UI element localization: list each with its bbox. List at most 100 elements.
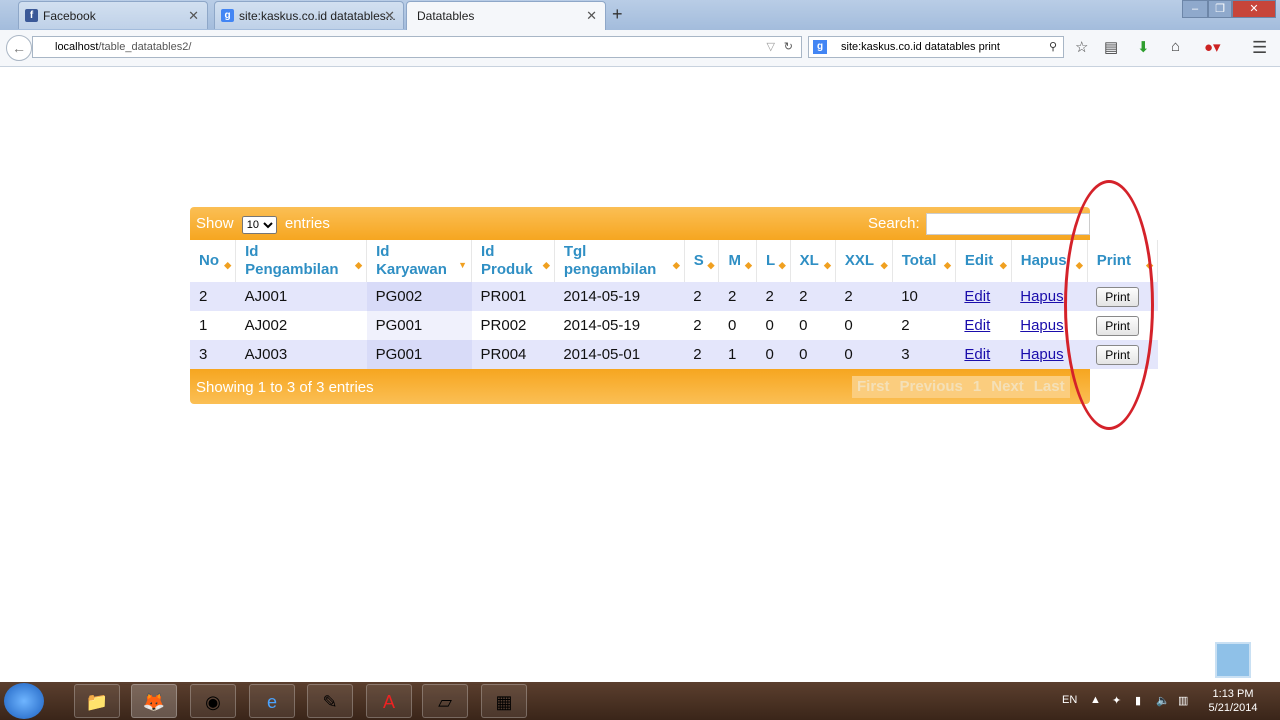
- column-header-id-produk[interactable]: Id Produk ◆: [471, 240, 555, 282]
- datatable-wrapper: Show 10 entries Search: No ◆ Id Pengambilan…: [190, 207, 1159, 404]
- search-input[interactable]: [926, 213, 1090, 235]
- column-header-label: L: [765, 252, 776, 269]
- column-header-m[interactable]: M ◆: [718, 240, 757, 282]
- firefox-icon[interactable]: 🦊: [131, 684, 177, 718]
- pager-previous[interactable]: Previous: [895, 376, 968, 398]
- address-bar[interactable]: localhost/table_datatables2/ ▽ ↻: [32, 36, 802, 58]
- network-icon[interactable]: ▥: [1178, 694, 1188, 707]
- column-header-xl[interactable]: XL ◆: [790, 240, 836, 282]
- sort-icon: ◆: [542, 260, 550, 270]
- close-icon[interactable]: ✕: [384, 8, 395, 24]
- menu-icon[interactable]: ☰: [1252, 38, 1267, 58]
- cell-value: 2014-05-19: [563, 288, 641, 305]
- cell-value: 3: [199, 346, 208, 363]
- column-header-label: Karyawan: [376, 261, 447, 278]
- hapus-link[interactable]: Hapus: [1020, 317, 1063, 334]
- column-header-tgl-pengambilan[interactable]: Tgl pengambilan ◆: [554, 240, 685, 282]
- edit-link[interactable]: Edit: [964, 288, 990, 305]
- column-header-label: Total: [901, 252, 937, 269]
- cell-value: AJ002: [244, 317, 288, 334]
- tab-google-search[interactable]: g site:kaskus.co.id datatables... ✕: [214, 1, 404, 29]
- table-cell-s: 2: [684, 311, 719, 340]
- bookmark-star-icon[interactable]: ☆: [1075, 38, 1088, 56]
- cell-value: 3: [901, 346, 910, 363]
- start-button[interactable]: [4, 683, 44, 719]
- dropbox-icon[interactable]: ✦: [1112, 694, 1121, 707]
- table-cell-m: 0: [718, 311, 757, 340]
- column-header-id-karyawan[interactable]: Id Karyawan ▼: [366, 240, 473, 282]
- column-header-s[interactable]: S ◆: [684, 240, 720, 282]
- show-hidden-icons-icon[interactable]: ▲: [1090, 694, 1101, 706]
- column-header-id-pengambilan[interactable]: Id Pengambilan ◆: [235, 240, 368, 282]
- cell-value: 2014-05-19: [563, 317, 641, 334]
- data-table: No ◆ Id Pengambilan ◆ Id Karyawan ▼ Id Produk ◆ Tgl…: [190, 240, 1159, 369]
- windows-taskbar: 📁 🦊 ◉ e ✎ A ▱ ▦ EN ▲ ✦ ▮ 🔈 ▥ 1:13 PM 5/2…: [0, 682, 1280, 720]
- minimize-button[interactable]: –: [1182, 0, 1208, 18]
- cell-value: 0: [844, 346, 853, 363]
- cell-value: 1: [727, 346, 737, 363]
- pager-first[interactable]: First: [852, 376, 895, 398]
- search-bar[interactable]: g site:kaskus.co.id datatables print ⚲: [808, 36, 1064, 58]
- tab-datatables[interactable]: Datatables ✕: [406, 1, 606, 30]
- column-header-label: Produk: [481, 261, 533, 278]
- language-indicator[interactable]: EN: [1062, 694, 1077, 706]
- column-header-label: S: [693, 252, 704, 269]
- table-cell-total: 3: [892, 340, 956, 369]
- scroll-down-icon[interactable]: [1215, 642, 1251, 678]
- internet-explorer-icon[interactable]: e: [249, 684, 295, 718]
- column-header-l[interactable]: L ◆: [756, 240, 791, 282]
- acrobat-icon[interactable]: A: [366, 684, 412, 718]
- close-window-button[interactable]: ✕: [1232, 0, 1276, 18]
- back-button[interactable]: ←: [6, 35, 32, 61]
- sort-icon: ◆: [707, 260, 715, 270]
- pager-next[interactable]: Next: [986, 376, 1029, 398]
- column-header-label: Id: [376, 243, 390, 260]
- hapus-link[interactable]: Hapus: [1020, 346, 1063, 363]
- close-icon[interactable]: ✕: [586, 8, 597, 24]
- sort-icon: ◆: [224, 260, 232, 270]
- app-icon[interactable]: ▱: [422, 684, 468, 718]
- table-cell-total: 10: [892, 282, 956, 311]
- column-header-edit[interactable]: Edit ◆: [955, 240, 1012, 282]
- explorer-icon[interactable]: 📁: [74, 684, 120, 718]
- column-header-label: No: [199, 252, 219, 269]
- home-icon[interactable]: ⌂: [1171, 38, 1180, 55]
- pager-page-1[interactable]: 1: [968, 376, 986, 398]
- dropdown-icon[interactable]: ▽: [767, 37, 775, 57]
- volume-icon[interactable]: 🔈: [1156, 694, 1170, 707]
- column-header-xxl[interactable]: XXL ◆: [835, 240, 893, 282]
- table-cell-total: 2: [892, 311, 956, 340]
- table-cell-id-produk: PR001: [471, 282, 555, 311]
- chrome-icon[interactable]: ◉: [190, 684, 236, 718]
- close-icon[interactable]: ✕: [188, 8, 199, 24]
- google-icon: g: [813, 40, 827, 54]
- sort-icon: ◆: [999, 260, 1007, 270]
- column-header-label: XL: [799, 252, 819, 269]
- download-icon[interactable]: ⬇: [1137, 38, 1150, 56]
- tab-facebook[interactable]: f Facebook ✕: [18, 1, 208, 29]
- adblock-icon[interactable]: ●▾: [1204, 38, 1221, 56]
- edit-link[interactable]: Edit: [964, 317, 990, 334]
- column-header-no[interactable]: No ◆: [190, 240, 237, 282]
- search-icon[interactable]: ⚲: [1049, 37, 1057, 57]
- reading-list-icon[interactable]: ▤: [1104, 38, 1118, 56]
- maximize-button[interactable]: ❐: [1208, 0, 1232, 18]
- hapus-link[interactable]: Hapus: [1020, 288, 1063, 305]
- sort-icon: ▼: [458, 260, 468, 270]
- pager-last[interactable]: Last: [1029, 376, 1070, 398]
- clock[interactable]: 1:13 PM 5/21/2014: [1200, 687, 1266, 715]
- new-tab-icon[interactable]: +: [612, 4, 623, 25]
- winrar-icon[interactable]: ▦: [481, 684, 527, 718]
- datatable-header-bar: Show 10 entries Search:: [190, 207, 1090, 240]
- entries-select[interactable]: 10: [241, 216, 277, 234]
- table-cell-l: 0: [756, 311, 791, 340]
- cell-value: PG001: [375, 317, 423, 334]
- table-cell-xxl: 0: [835, 340, 893, 369]
- battery-icon[interactable]: ▮: [1135, 694, 1141, 707]
- cell-value: 0: [765, 317, 774, 334]
- reload-icon[interactable]: ↻: [784, 37, 793, 57]
- edit-link[interactable]: Edit: [964, 346, 990, 363]
- column-header-total[interactable]: Total ◆: [892, 240, 956, 282]
- notepad-icon[interactable]: ✎: [307, 684, 353, 718]
- cell-value: AJ003: [244, 346, 288, 363]
